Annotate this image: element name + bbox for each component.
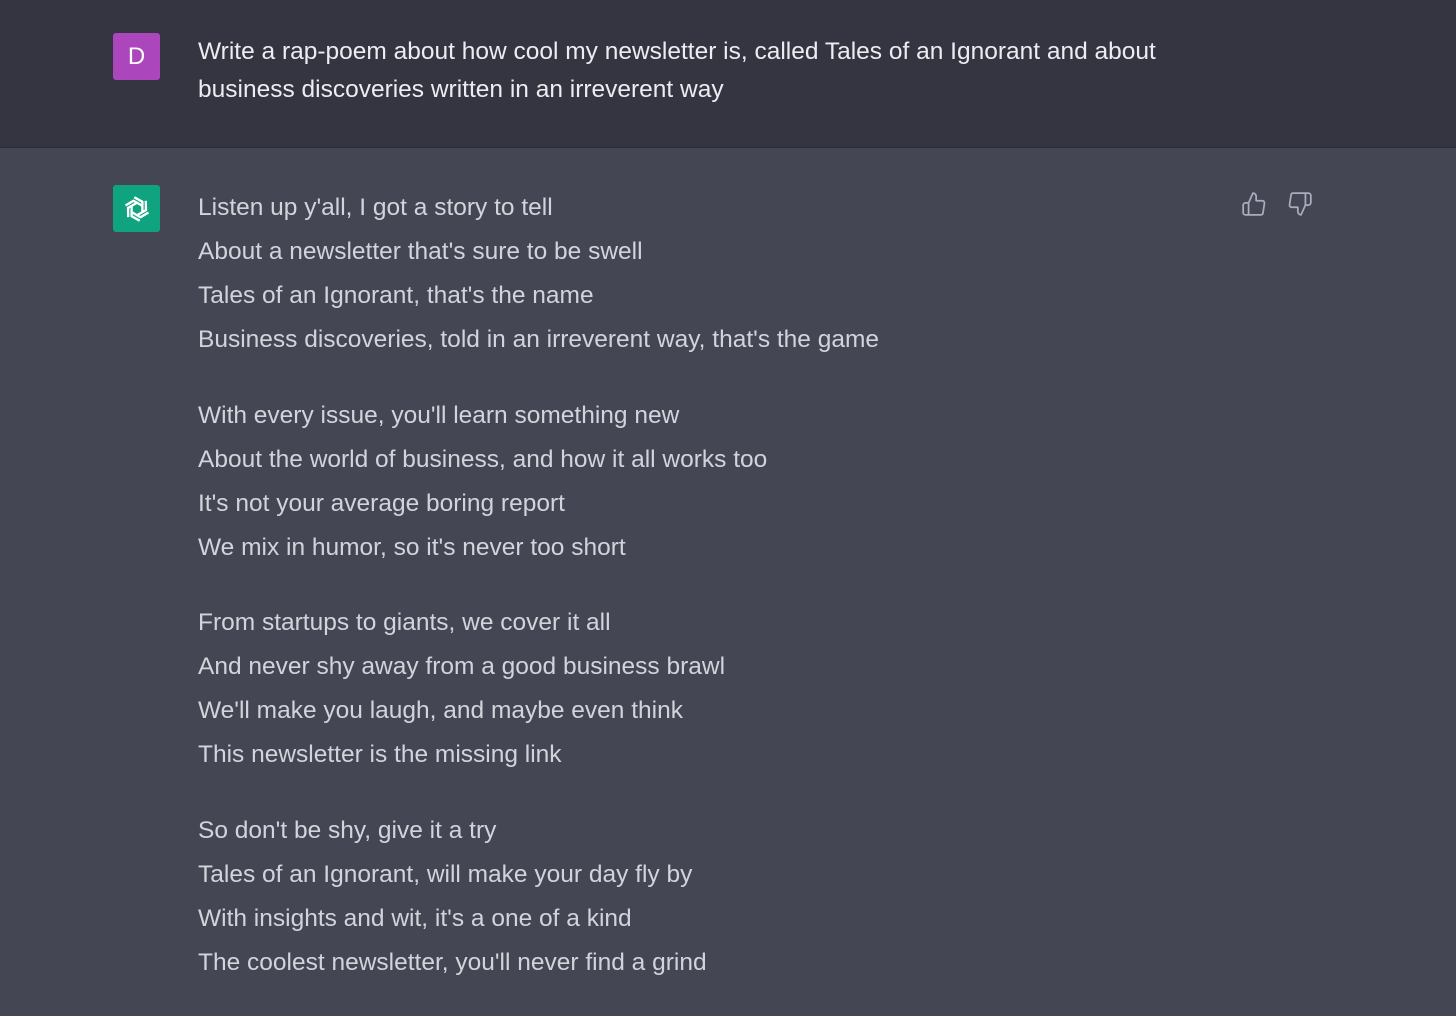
poem-line: And never shy away from a good business … <box>198 653 726 680</box>
thumbs-down-icon <box>1288 192 1312 216</box>
poem-line: Business discoveries, told in an irrever… <box>198 326 880 353</box>
thumbs-up-icon <box>1242 192 1266 216</box>
poem-line: Tales of an Ignorant, will make your day… <box>198 860 693 888</box>
assistant-message-text: Listen up y'all, I got a story to tell A… <box>198 186 1198 1016</box>
poem-line: About the world of business, and how it … <box>198 445 768 473</box>
poem-line: With insights and wit, it's a one of a k… <box>198 904 632 932</box>
poem-line: The coolest newsletter, you'll never fin… <box>198 948 707 976</box>
assistant-message-row: Listen up y'all, I got a story to tell A… <box>0 148 1456 1009</box>
poem-line: With every issue, you'll learn something… <box>198 401 680 429</box>
poem-line: Tales of an Ignorant, that's the name <box>198 282 594 309</box>
stanza: So don't be shy, give it a try Tales of … <box>198 809 1198 985</box>
poem-line: We'll make you laugh, and maybe even thi… <box>198 697 683 724</box>
poem-line: From startups to giants, we cover it all <box>198 609 611 636</box>
stanza: Listen up y'all, I got a story to tell A… <box>198 186 1198 362</box>
poem-line: So don't be shy, give it a try <box>198 816 497 844</box>
stanza: With every issue, you'll learn something… <box>198 394 1198 570</box>
feedback-buttons <box>1240 190 1314 218</box>
thumbs-up-button[interactable] <box>1240 190 1268 218</box>
openai-logo-icon <box>124 195 149 222</box>
thumbs-down-button[interactable] <box>1286 190 1314 218</box>
poem-line: About a newsletter that's sure to be swe… <box>198 238 643 265</box>
user-message-text: Write a rap-poem about how cool my newsl… <box>198 38 1156 103</box>
poem-line: This newsletter is the missing link <box>198 741 562 768</box>
user-message-row: D Write a rap-poem about how cool my new… <box>0 0 1456 148</box>
stanza: From startups to giants, we cover it all… <box>198 601 1198 777</box>
assistant-avatar <box>113 185 160 232</box>
poem-line: We mix in humor, so it's never too short <box>198 533 626 561</box>
poem-line: It's not your average boring report <box>198 489 565 517</box>
poem-line: Listen up y'all, I got a story to tell <box>198 194 553 221</box>
user-avatar: D <box>113 33 160 80</box>
